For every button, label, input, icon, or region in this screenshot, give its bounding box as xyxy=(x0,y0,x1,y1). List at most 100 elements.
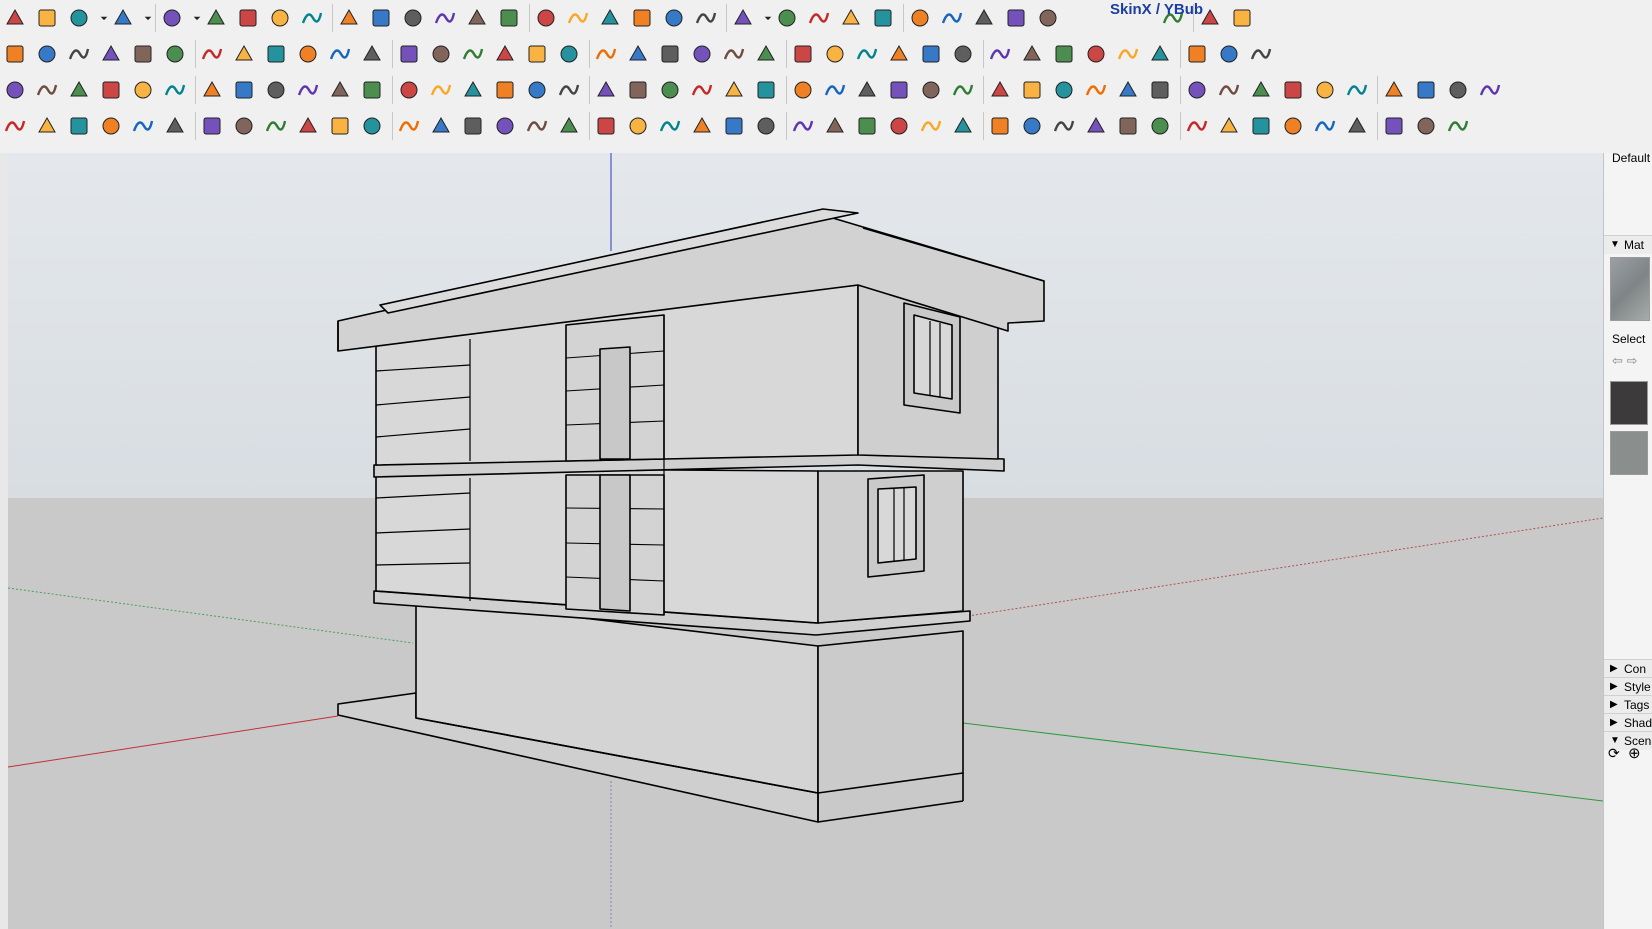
arc-red-b-icon[interactable] xyxy=(492,113,518,139)
help-icon[interactable] xyxy=(1229,5,1255,31)
ruler-icon[interactable] xyxy=(625,41,651,67)
solid-c-icon[interactable] xyxy=(907,5,933,31)
skinx-shoe-a-icon[interactable] xyxy=(971,5,997,31)
grid-orange-b-icon[interactable] xyxy=(1083,77,1109,103)
plane-icon[interactable] xyxy=(657,41,683,67)
material-swatch-dark[interactable] xyxy=(1610,381,1648,425)
bars-a-icon[interactable] xyxy=(524,41,550,67)
grid-d-icon[interactable] xyxy=(1216,77,1242,103)
3d-viewport[interactable] xyxy=(8,153,1603,929)
skinx-shoe-c-icon[interactable] xyxy=(1035,5,1061,31)
stripes-b-icon[interactable] xyxy=(918,41,944,67)
polygon-3d-icon[interactable] xyxy=(162,41,188,67)
building-a-icon[interactable] xyxy=(1248,113,1274,139)
hand-b-icon[interactable] xyxy=(2,113,28,139)
zoom-icon[interactable] xyxy=(533,5,559,31)
face-a-icon[interactable] xyxy=(460,41,486,67)
spiral-c-icon[interactable] xyxy=(327,113,353,139)
warehouse-icon[interactable] xyxy=(774,5,800,31)
scale-green-icon[interactable] xyxy=(790,113,816,139)
eraser-red-icon[interactable] xyxy=(66,41,92,67)
paint-bucket-icon[interactable] xyxy=(432,5,458,31)
grid-orange-icon[interactable] xyxy=(1051,77,1077,103)
cross-blue-icon[interactable] xyxy=(492,77,518,103)
frame-c-icon[interactable] xyxy=(1216,113,1242,139)
freehand-arc-icon[interactable] xyxy=(110,5,136,31)
arc-green-icon[interactable] xyxy=(263,113,289,139)
tag-red-icon[interactable] xyxy=(657,113,683,139)
sphere-a-icon[interactable] xyxy=(1115,41,1141,67)
lines-c-icon[interactable] xyxy=(918,113,944,139)
follow-me-icon[interactable] xyxy=(235,5,261,31)
box-icon[interactable] xyxy=(231,41,257,67)
layers-a-icon[interactable] xyxy=(629,5,655,31)
arrows-b-icon[interactable] xyxy=(790,41,816,67)
stack-icon[interactable] xyxy=(1445,113,1471,139)
copy-b-icon[interactable] xyxy=(1413,113,1439,139)
arc-b-icon[interactable] xyxy=(359,113,385,139)
rotate-icon[interactable] xyxy=(299,5,325,31)
cone-green-icon[interactable] xyxy=(524,77,550,103)
zigzag-icon[interactable] xyxy=(162,113,188,139)
select-arrow-icon[interactable] xyxy=(2,5,28,31)
back-forward-icon[interactable]: ⇦ ⇨ xyxy=(1612,353,1637,369)
gear-icon[interactable] xyxy=(130,41,156,67)
curve-icon[interactable] xyxy=(199,41,225,67)
dropdown-arrow-icon[interactable] xyxy=(191,5,203,31)
cone-cyan-icon[interactable] xyxy=(556,77,582,103)
rock-icon[interactable] xyxy=(854,41,880,67)
slope-icon[interactable] xyxy=(721,41,747,67)
rectangle-hatch-icon[interactable] xyxy=(159,5,185,31)
corner-b-icon[interactable] xyxy=(359,41,385,67)
red-square-icon[interactable] xyxy=(199,77,225,103)
move-left-icon[interactable] xyxy=(2,41,28,67)
line-red-icon[interactable] xyxy=(396,41,422,67)
arrows-c-icon[interactable] xyxy=(822,41,848,67)
arrow-move-icon[interactable] xyxy=(721,77,747,103)
globe-icon[interactable] xyxy=(263,41,289,67)
terrain-icon[interactable] xyxy=(689,113,715,139)
undo-red-icon[interactable] xyxy=(790,77,816,103)
scissors-icon[interactable] xyxy=(98,41,124,67)
pencil-line-icon[interactable] xyxy=(1248,77,1274,103)
pan-icon[interactable] xyxy=(496,5,522,31)
wave-icon[interactable] xyxy=(130,113,156,139)
material-preview[interactable] xyxy=(1610,257,1650,321)
circle-red-icon[interactable] xyxy=(625,113,651,139)
grid-orange-c-icon[interactable] xyxy=(1115,77,1141,103)
arc-c-icon[interactable] xyxy=(428,113,454,139)
select-tab[interactable]: Select xyxy=(1612,332,1645,346)
brush-icon[interactable] xyxy=(1344,77,1370,103)
red-box-b-icon[interactable] xyxy=(950,77,976,103)
face-b-icon[interactable] xyxy=(492,41,518,67)
sphere-b-icon[interactable] xyxy=(1147,41,1173,67)
triangle-yellow-icon[interactable] xyxy=(593,77,619,103)
rotate-cube-icon[interactable] xyxy=(854,77,880,103)
add-scene-icon[interactable]: ⊕ xyxy=(1628,744,1641,762)
solid-a-icon[interactable] xyxy=(838,5,864,31)
tag-icon[interactable] xyxy=(806,5,832,31)
dots-red-icon[interactable] xyxy=(396,77,422,103)
stripes-e-icon[interactable] xyxy=(1216,41,1242,67)
cube-blue-icon[interactable] xyxy=(1019,77,1045,103)
stripes-c-icon[interactable] xyxy=(1083,41,1109,67)
tray-section-style[interactable]: ▶ Style xyxy=(1604,677,1652,696)
dash-c-icon[interactable] xyxy=(1019,113,1045,139)
arc-a-icon[interactable] xyxy=(98,113,124,139)
tray-section-con[interactable]: ▶ Con xyxy=(1604,659,1652,678)
diamond-green-icon[interactable] xyxy=(66,77,92,103)
materials-panel-header[interactable]: ▼ Mat xyxy=(1604,235,1652,254)
window-b-icon[interactable] xyxy=(1184,113,1210,139)
wave-b-icon[interactable] xyxy=(396,113,422,139)
copy-a-icon[interactable] xyxy=(1381,113,1407,139)
window-a-icon[interactable] xyxy=(1147,113,1173,139)
scale-balance-icon[interactable] xyxy=(1477,77,1503,103)
solid-d-icon[interactable] xyxy=(939,5,965,31)
refresh-icon[interactable]: ⟳ xyxy=(1608,745,1620,762)
house-model[interactable] xyxy=(337,208,1045,823)
line-green-icon[interactable] xyxy=(524,113,550,139)
tape-measure-icon[interactable] xyxy=(368,5,394,31)
frame-x-red-icon[interactable] xyxy=(1115,113,1141,139)
spiral-icon[interactable] xyxy=(295,41,321,67)
text-icon[interactable] xyxy=(400,5,426,31)
